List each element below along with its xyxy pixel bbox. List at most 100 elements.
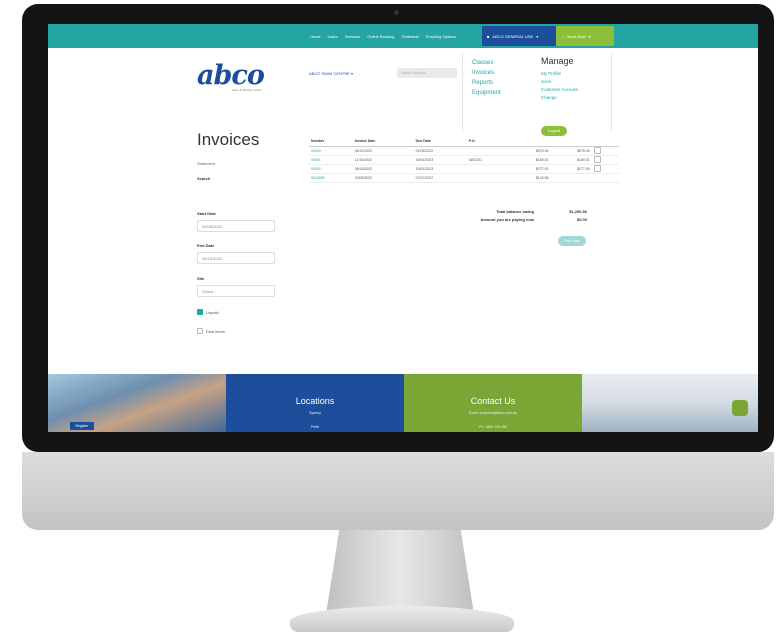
chevron-down-icon: ▾ xyxy=(351,71,354,76)
column-header[interactable]: Invoice Date xyxy=(352,136,414,147)
invoice-number-link[interactable]: 00002 xyxy=(309,164,353,174)
pay-now-button[interactable]: Pay Now xyxy=(558,236,586,246)
book-now-button[interactable]: □ Book Now ▾ xyxy=(556,26,614,46)
abco-logo[interactable]: abco xyxy=(197,60,265,91)
manage-link[interactable]: My Profile xyxy=(541,70,578,78)
unpaid-label: Unpaid xyxy=(206,310,219,315)
divider xyxy=(611,54,612,132)
contact-phone[interactable]: Ph: 1800 123 456 xyxy=(404,425,582,429)
po-number xyxy=(467,164,510,174)
monitor-stand xyxy=(326,530,474,612)
company-select[interactable]: ABCO SWIM CENTRE ▾ xyxy=(309,71,353,76)
table-row: 00002 06/15/2022 30/01/2023 $277.00 $277… xyxy=(309,164,619,174)
paid-items-checkbox[interactable] xyxy=(197,328,203,334)
row-checkbox[interactable] xyxy=(593,165,601,172)
manage-title: Manage xyxy=(541,56,574,66)
manage-link[interactable]: Change xyxy=(541,94,578,102)
quick-links: Classes Invoices Reports Equipment xyxy=(472,58,501,98)
divider xyxy=(462,54,463,132)
row-checkbox-cell xyxy=(591,173,619,183)
invoice-date: 06/15/2022 xyxy=(352,164,414,174)
row-checkbox[interactable] xyxy=(593,147,601,154)
user-menu-button[interactable]: ■ ABCO GENERAL USE ▾ xyxy=(482,26,556,46)
total-owing-label: Total balance owing xyxy=(496,209,534,214)
site-label: Site xyxy=(197,276,205,281)
row-checkbox-cell xyxy=(591,146,619,156)
due-date: 07/07/2022 xyxy=(413,173,467,183)
invoice-amount: $575.00 xyxy=(509,146,551,156)
nav-item[interactable]: Services xyxy=(345,34,360,39)
table-row: 00000 04/11/2022 01/05/2022 $575.00 $575… xyxy=(309,146,619,156)
invoice-balance: $575.00 xyxy=(550,146,592,156)
webcam xyxy=(394,10,399,15)
logout-button[interactable]: Logout xyxy=(541,126,567,136)
manage-link[interactable]: Sons xyxy=(541,78,578,86)
column-header xyxy=(509,136,551,147)
amount-paying-label: Amount you are paying now xyxy=(480,217,534,222)
nav-item[interactable]: Timetable xyxy=(401,34,418,39)
invoice-balance: $169.01 xyxy=(550,155,592,165)
column-header xyxy=(550,136,592,147)
location-link[interactable]: Sydney xyxy=(226,411,404,415)
invoice-amount: $277.00 xyxy=(509,164,551,174)
quick-link[interactable]: Invoices xyxy=(472,68,501,78)
top-nav: Home Learn Services Online Booking Timet… xyxy=(310,24,456,48)
monitor-base xyxy=(290,606,514,632)
invoice-amount: $169.01 xyxy=(509,155,551,165)
site-select[interactable]: Select... xyxy=(197,285,275,297)
chevron-down-icon: ▾ xyxy=(588,33,591,39)
table-header-row: Number Invoice Date Due Date P.O. xyxy=(309,136,619,147)
unpaid-checkbox[interactable] xyxy=(197,309,203,315)
chat-icon[interactable] xyxy=(732,400,748,416)
chevron-down-icon: ▾ xyxy=(536,33,539,39)
invoice-balance: $277.00 xyxy=(550,164,592,174)
manage-links: My Profile Sons Customer Account Change xyxy=(541,70,578,102)
invoice-number-link[interactable]: 00000 xyxy=(309,146,353,156)
manage-link[interactable]: Customer Account xyxy=(541,86,578,94)
contact-email[interactable]: Email: enquiries@abco.com.au xyxy=(404,411,582,415)
column-header xyxy=(591,136,619,147)
amount-paying-value: $0.00 xyxy=(576,217,587,222)
invoice-balance xyxy=(550,173,592,183)
nav-item[interactable]: Home xyxy=(310,34,321,39)
row-checkbox-cell xyxy=(591,155,619,165)
screen: Home Learn Services Online Booking Timet… xyxy=(48,24,758,432)
due-date: 30/01/2023 xyxy=(413,155,467,165)
user-icon: ■ xyxy=(487,33,490,39)
locations-title: Locations xyxy=(295,396,335,406)
end-date-field[interactable]: 09/10/2022 xyxy=(197,252,275,264)
nav-item[interactable]: Learn xyxy=(328,34,338,39)
contact-title: Contact Us xyxy=(470,396,516,406)
status-label: Statement xyxy=(197,161,216,166)
start-date-field[interactable]: 09/06/2022 xyxy=(197,220,275,232)
invoice-number-link[interactable]: 00001 xyxy=(309,155,353,165)
row-checkbox[interactable] xyxy=(593,156,601,163)
register-button[interactable]: Register xyxy=(70,422,94,430)
quick-link[interactable]: Reports xyxy=(472,78,501,88)
book-now-label: Book Now xyxy=(567,33,586,39)
location-link[interactable]: Perth xyxy=(226,425,404,429)
nav-item[interactable]: Enrolling Options xyxy=(426,34,456,39)
total-owing-value: $1,296.56 xyxy=(569,209,587,214)
nav-item[interactable]: Online Booking xyxy=(367,34,394,39)
page-title: Invoices xyxy=(197,130,260,149)
po-number: ABC001 xyxy=(467,155,510,165)
invoices-table: Number Invoice Date Due Date P.O. 00000 … xyxy=(309,136,619,183)
quick-link[interactable]: Equipment xyxy=(472,88,501,98)
start-date-label: Start Date xyxy=(197,211,216,216)
column-header[interactable]: Number xyxy=(309,136,353,147)
column-header[interactable]: P.O. xyxy=(467,136,510,147)
invoice-amount: $142.56 xyxy=(509,173,551,183)
table-row: 00001 11/15/2022 30/01/2023 ABC001 $169.… xyxy=(309,155,619,165)
company-select-value: ABCO SWIM CENTRE xyxy=(309,71,350,76)
quick-link[interactable]: Classes xyxy=(472,58,501,68)
invoice-number-link[interactable]: 0015000 xyxy=(309,173,353,183)
end-date-label: End Date xyxy=(197,243,215,248)
invoice-date: 11/15/2022 xyxy=(352,155,414,165)
table-row: 0015000 22/08/2022 07/07/2022 $142.56 xyxy=(309,173,619,183)
due-date: 30/01/2023 xyxy=(413,164,467,174)
paid-items-label: Paid Items xyxy=(206,329,225,334)
column-header[interactable]: Due Date xyxy=(413,136,467,147)
row-checkbox-cell xyxy=(591,164,619,174)
search-input[interactable]: Search invoices xyxy=(397,68,457,78)
